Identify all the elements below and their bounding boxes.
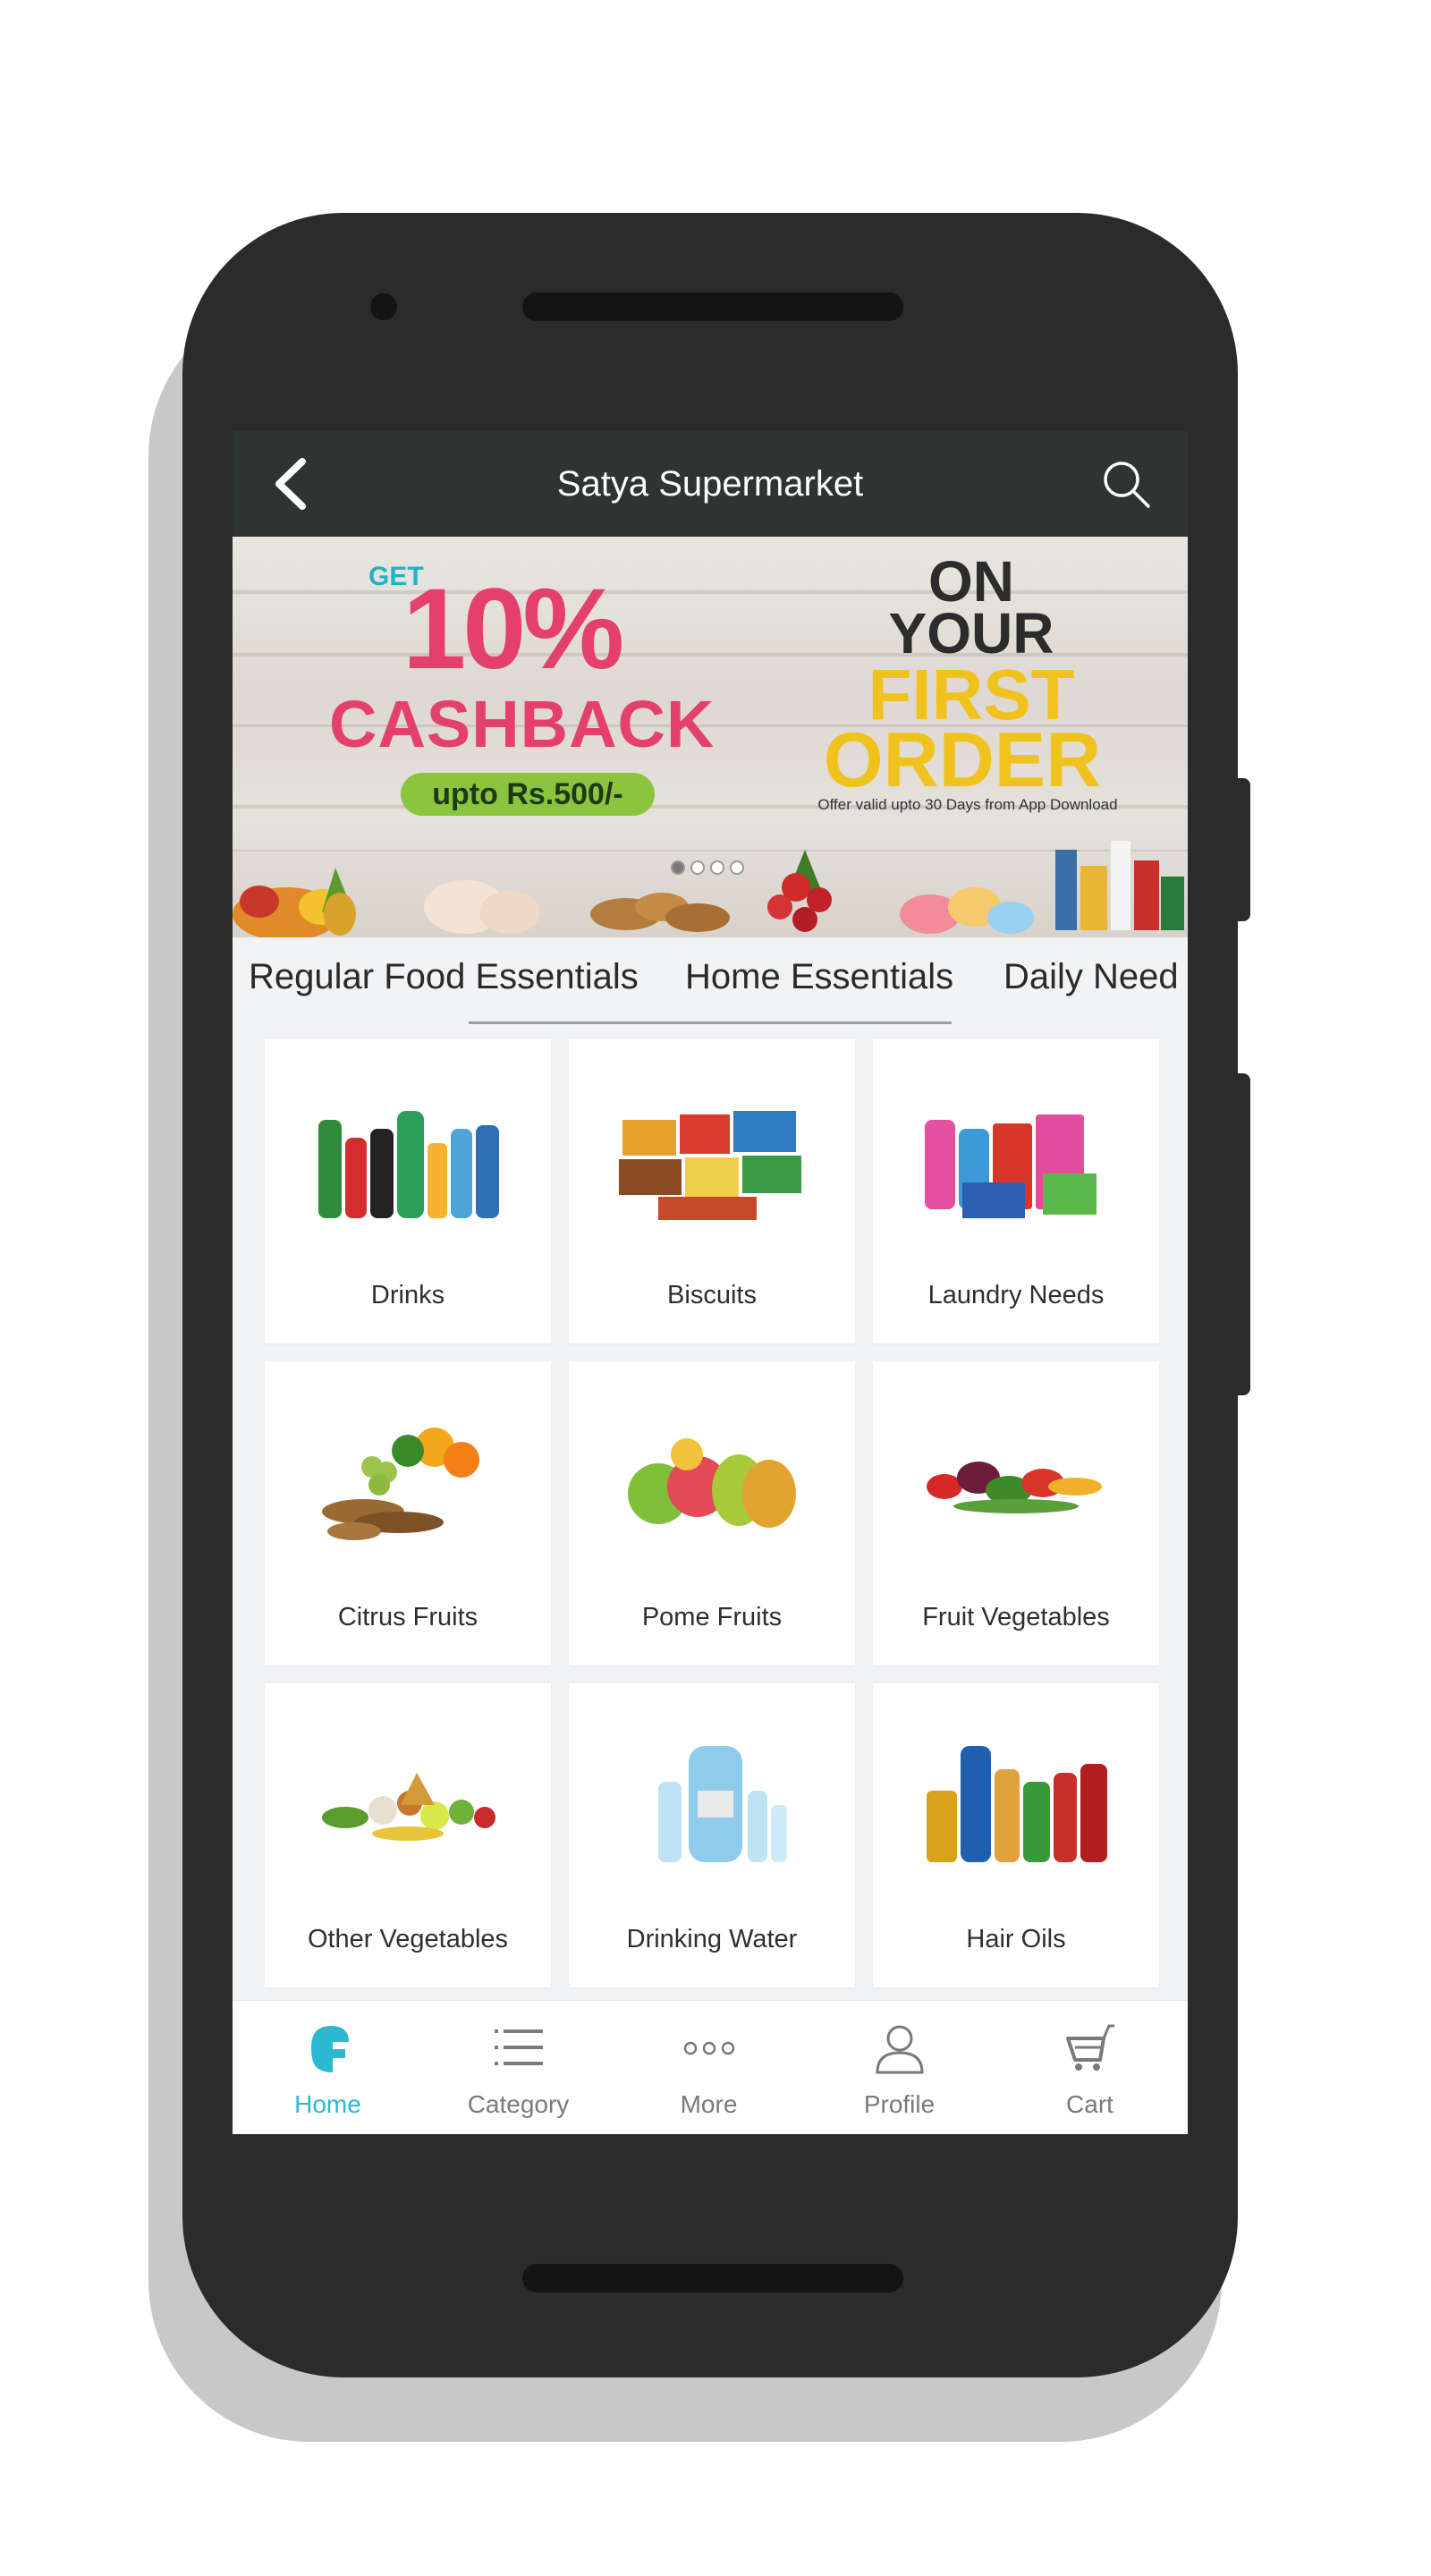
pome-fruits-image — [628, 1438, 796, 1528]
banner-percent-text: 10% — [402, 565, 624, 693]
category-label: Drinking Water — [626, 1925, 798, 1953]
laundry-image — [925, 1114, 1097, 1218]
citrus-fruits-image — [322, 1428, 479, 1540]
active-tab-indicator — [469, 1021, 952, 1024]
cart-icon — [1066, 2024, 1114, 2071]
fruit-vegetables-image — [927, 1462, 1102, 1513]
nav-label: Category — [467, 2090, 570, 2118]
biscuits-image — [619, 1111, 801, 1220]
category-card-other-vegetables[interactable]: Other Vegetables — [265, 1683, 551, 1987]
earpiece-speaker — [522, 292, 903, 321]
drinking-water-image — [658, 1746, 787, 1862]
category-card-hair-oils[interactable]: Hair Oils — [873, 1683, 1159, 1987]
banner-order-text: ORDER — [823, 717, 1102, 803]
category-card-drinks[interactable]: Drinks — [265, 1039, 551, 1343]
banner-offer-note: Offer valid upto 30 Days from App Downlo… — [817, 796, 1118, 813]
nav-label: Cart — [1066, 2090, 1113, 2118]
category-card-fruit-vegetables[interactable]: Fruit Vegetables — [873, 1361, 1159, 1665]
category-label: Biscuits — [667, 1281, 757, 1309]
more-icon — [683, 2041, 735, 2055]
category-label: Hair Oils — [966, 1925, 1066, 1953]
tab-regular-food-essentials[interactable]: Regular Food Essentials — [249, 957, 639, 997]
banner-upto-pill: upto Rs.500/- — [401, 773, 655, 816]
nav-label: More — [680, 2090, 738, 2118]
nav-profile[interactable]: Profile — [804, 2001, 995, 2134]
nav-label: Profile — [863, 2090, 936, 2118]
banner-your-text: YOUR — [888, 601, 1054, 665]
app-bar: Satya Supermarket — [233, 431, 1188, 537]
drinks-image — [318, 1111, 499, 1218]
search-icon[interactable] — [1098, 456, 1154, 512]
nav-more[interactable]: More — [614, 2001, 804, 2134]
app-screen: Satya Supermarket GET 10% CASHBACK upto … — [233, 431, 1188, 2134]
nav-home[interactable]: Home — [233, 2001, 423, 2134]
banner-cashback-text: CASHBACK — [329, 687, 716, 761]
promo-banner[interactable]: GET 10% CASHBACK upto Rs.500/- ON YOUR F… — [233, 537, 1188, 937]
banner-on-text: ON — [928, 549, 1014, 614]
banner-dot[interactable] — [690, 860, 705, 875]
home-icon — [311, 2026, 349, 2072]
bottom-navigation: Home Category More Profile Cart — [233, 2000, 1188, 2134]
category-card-pome-fruits[interactable]: Pome Fruits — [569, 1361, 855, 1665]
category-label: Fruit Vegetables — [922, 1603, 1110, 1631]
category-label: Drinks — [370, 1281, 445, 1309]
other-vegetables-image — [322, 1773, 495, 1841]
banner-dot[interactable] — [710, 860, 724, 875]
banner-pagination[interactable] — [671, 860, 744, 875]
bottom-speaker — [522, 2264, 903, 2292]
category-tabs: Regular Food Essentials Home Essentials … — [233, 937, 1188, 1025]
nav-cart[interactable]: Cart — [995, 2001, 1185, 2134]
category-label: Pome Fruits — [641, 1603, 783, 1631]
category-label: Citrus Fruits — [337, 1603, 478, 1631]
category-card-biscuits[interactable]: Biscuits — [569, 1039, 855, 1343]
banner-dot[interactable] — [671, 860, 685, 875]
banner-dot[interactable] — [730, 860, 744, 875]
category-card-laundry-needs[interactable]: Laundry Needs — [873, 1039, 1159, 1343]
tab-home-essentials[interactable]: Home Essentials — [685, 957, 953, 997]
list-icon — [495, 2029, 543, 2065]
category-label: Laundry Needs — [927, 1281, 1105, 1309]
banner-produce-image — [233, 841, 1184, 937]
category-card-citrus-fruits[interactable]: Citrus Fruits — [265, 1361, 551, 1665]
user-icon — [876, 2025, 924, 2074]
hair-oils-image — [927, 1746, 1107, 1862]
category-card-drinking-water[interactable]: Drinking Water — [569, 1683, 855, 1987]
tab-daily-need[interactable]: Daily Need — [1003, 957, 1179, 997]
nav-category[interactable]: Category — [423, 2001, 614, 2134]
nav-label: Home — [294, 2090, 361, 2118]
app-title: Satya Supermarket — [556, 464, 864, 504]
category-label: Other Vegetables — [307, 1925, 509, 1953]
front-camera — [370, 293, 397, 320]
